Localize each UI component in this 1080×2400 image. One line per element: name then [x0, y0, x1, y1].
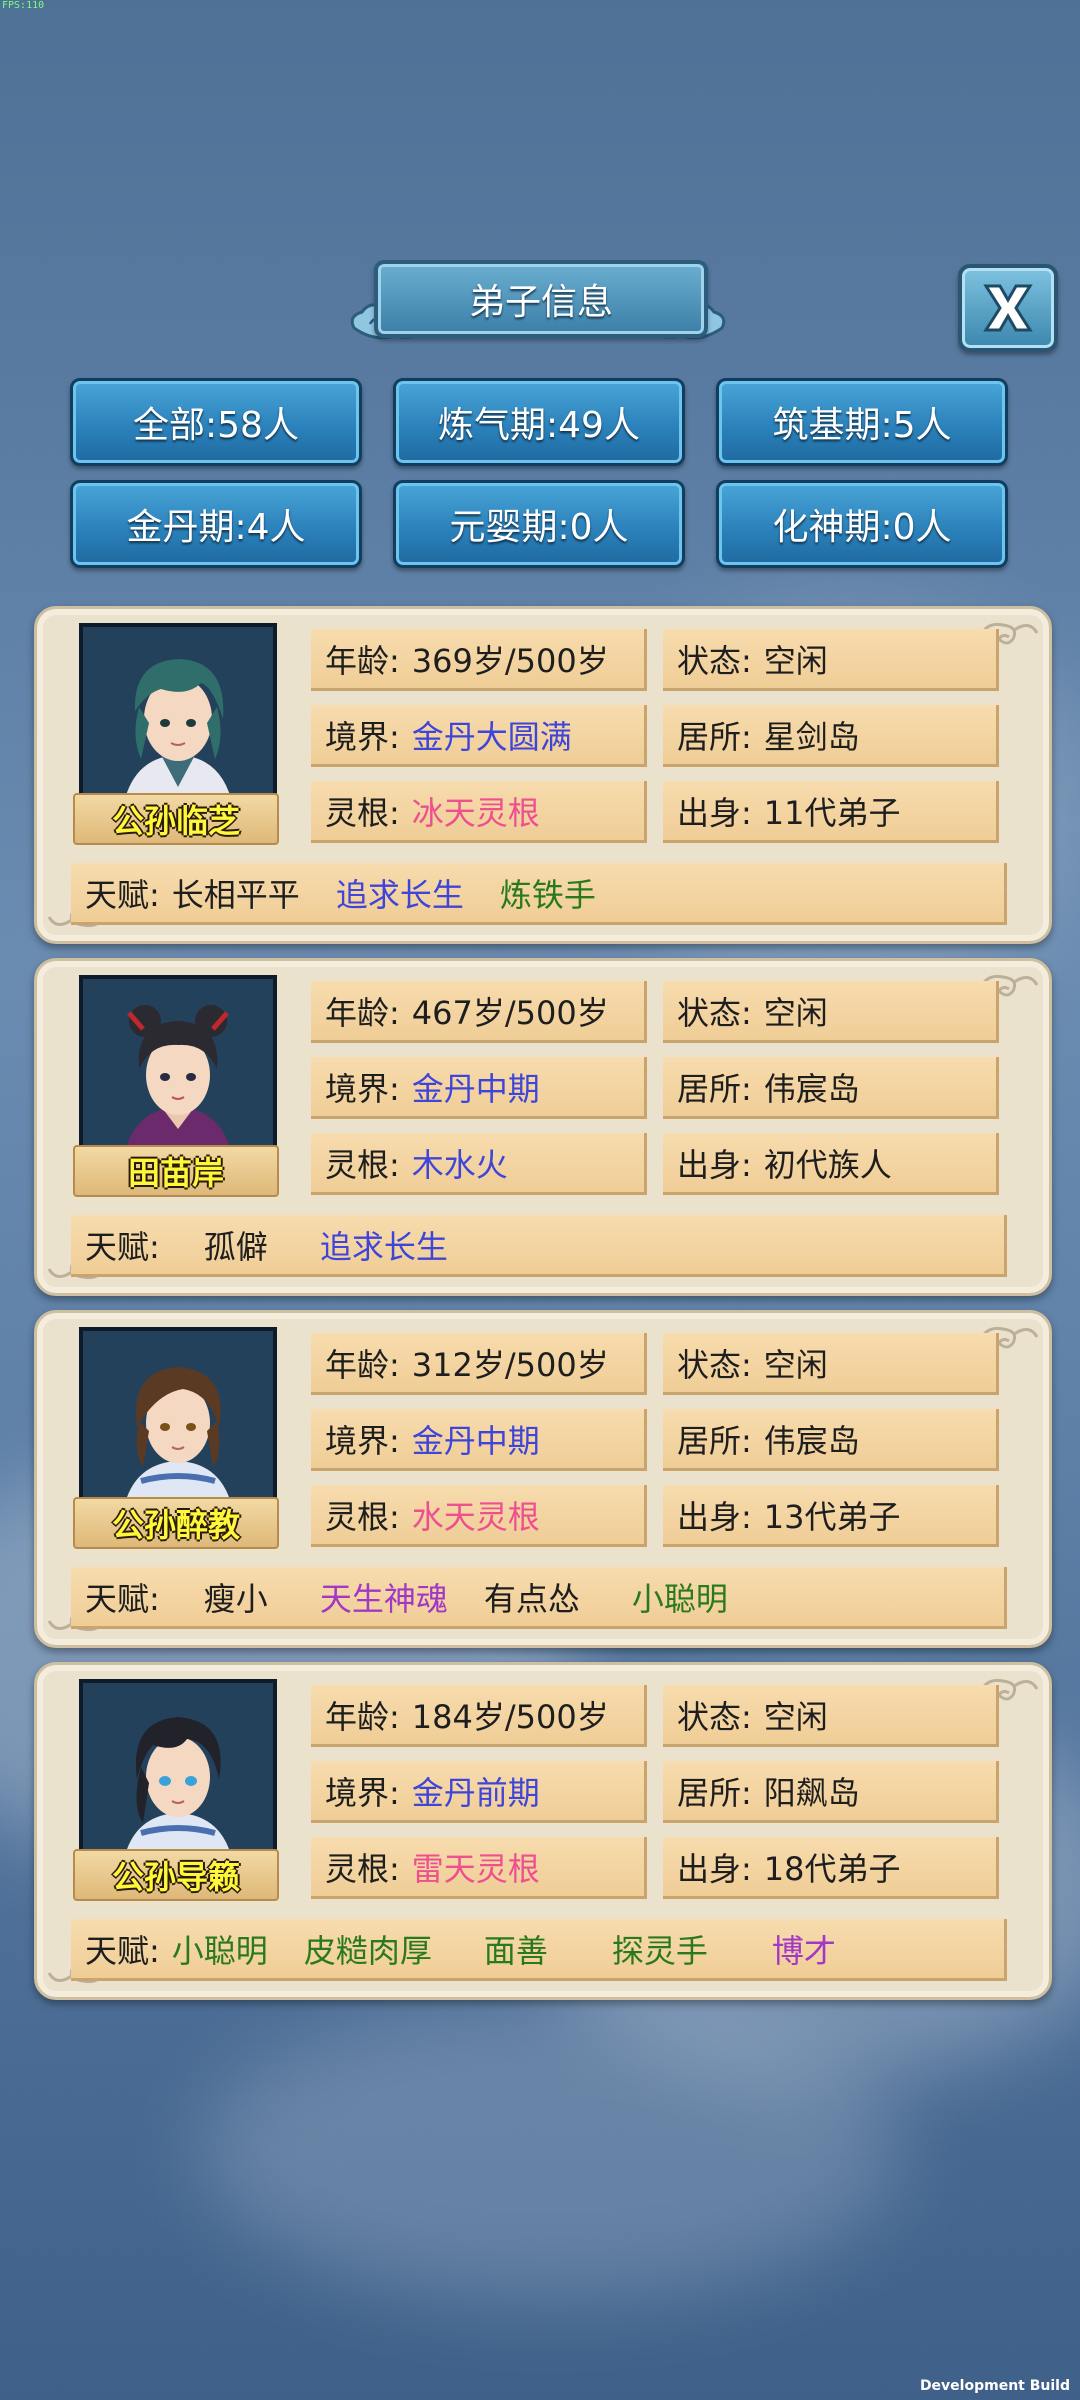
filter-foundation-button[interactable]: 筑基期:5人	[716, 378, 1008, 466]
status-field: 状态: 空闲	[663, 981, 999, 1043]
age-field: 年龄: 467岁/500岁	[311, 981, 647, 1043]
character-portrait-image	[83, 1683, 273, 1863]
age-field: 年龄: 312岁/500岁	[311, 1333, 647, 1395]
talents-field: 天赋: 瘦小 天生神魂 有点怂 小聪明	[71, 1567, 1007, 1629]
talents-field: 天赋: 孤僻 追求长生	[71, 1215, 1007, 1277]
portrait	[79, 1679, 277, 1867]
character-portrait-image	[83, 627, 273, 807]
talent-tag: 瘦小	[203, 1579, 268, 1618]
talents-field: 天赋: 长相平平 追求长生 炼铁手	[71, 863, 1007, 925]
title-banner: 弟子信息	[350, 256, 726, 348]
origin-field: 出身: 13代弟子	[663, 1485, 999, 1547]
age-field: 年龄: 184岁/500岁	[311, 1685, 647, 1747]
filter-qi-refining-button[interactable]: 炼气期:49人	[393, 378, 685, 466]
talent-tag: 炼铁手	[499, 875, 596, 914]
status-field: 状态: 空闲	[663, 629, 999, 691]
residence-field: 居所: 伟宸岛	[663, 1057, 999, 1119]
talent-tag: 面善	[483, 1931, 548, 1970]
close-icon	[983, 284, 1033, 332]
origin-field: 出身: 18代弟子	[663, 1837, 999, 1899]
status-field: 状态: 空闲	[663, 1333, 999, 1395]
talent-tag: 追求长生	[335, 875, 464, 914]
disciple-card[interactable]: 公孙醉教 年龄: 312岁/500岁 状态: 空闲 境界: 金丹中期 居所: 伟宸岛 灵…	[34, 1310, 1052, 1648]
character-portrait-image	[83, 1331, 273, 1511]
disciple-name: 公孙临芝	[73, 793, 279, 845]
realm-field: 境界: 金丹前期	[311, 1761, 647, 1823]
origin-field: 出身: 11代弟子	[663, 781, 999, 843]
talent-tag: 小聪明	[171, 1931, 268, 1970]
spirit-root-field: 灵根: 水天灵根	[311, 1485, 647, 1547]
disciple-name: 公孙导籁	[73, 1849, 279, 1901]
disciple-name: 田苗岸	[73, 1145, 279, 1197]
talent-tag: 探灵手	[611, 1931, 708, 1970]
status-field: 状态: 空闲	[663, 1685, 999, 1747]
origin-field: 出身: 初代族人	[663, 1133, 999, 1195]
residence-field: 居所: 阳飙岛	[663, 1761, 999, 1823]
residence-field: 居所: 星剑岛	[663, 705, 999, 767]
filter-nascent-soul-button[interactable]: 元婴期:0人	[393, 480, 685, 568]
disciple-card[interactable]: 田苗岸 年龄: 467岁/500岁 状态: 空闲 境界: 金丹中期 居所: 伟宸岛 灵根…	[34, 958, 1052, 1296]
disciple-name: 公孙醉教	[73, 1497, 279, 1549]
fps-counter: FPS:110	[2, 0, 45, 11]
talent-tag: 博才	[771, 1931, 836, 1970]
spirit-root-field: 灵根: 雷天灵根	[311, 1837, 647, 1899]
character-portrait-image	[83, 979, 273, 1159]
realm-field: 境界: 金丹大圆满	[311, 705, 647, 767]
age-field: 年龄: 369岁/500岁	[311, 629, 647, 691]
portrait	[79, 1327, 277, 1515]
talent-tag: 孤僻	[203, 1227, 268, 1266]
disciple-card[interactable]: 公孙临芝 年龄: 369岁/500岁 状态: 空闲 境界: 金丹大圆满 居所: 星剑岛 …	[34, 606, 1052, 944]
talent-tag: 皮糙肉厚	[303, 1931, 432, 1970]
portrait	[79, 975, 277, 1163]
talent-tag: 有点怂	[483, 1579, 580, 1618]
disciple-card[interactable]: 公孙导籁 年龄: 184岁/500岁 状态: 空闲 境界: 金丹前期 居所: 阳飙岛 灵…	[34, 1662, 1052, 2000]
page-title: 弟子信息	[374, 260, 708, 338]
filter-all-button[interactable]: 全部:58人	[70, 378, 362, 466]
spirit-root-field: 灵根: 冰天灵根	[311, 781, 647, 843]
portrait	[79, 623, 277, 811]
talent-tag: 小聪明	[631, 1579, 728, 1618]
talent-tag: 长相平平	[171, 875, 300, 914]
talents-field: 天赋: 小聪明 皮糙肉厚 面善 探灵手 博才	[71, 1919, 1007, 1981]
development-build-label: Development Build	[919, 2378, 1070, 2394]
realm-field: 境界: 金丹中期	[311, 1409, 647, 1471]
spirit-root-field: 灵根: 木水火	[311, 1133, 647, 1195]
close-button[interactable]	[958, 264, 1058, 352]
filter-golden-core-button[interactable]: 金丹期:4人	[70, 480, 362, 568]
talent-tag: 追求长生	[319, 1227, 448, 1266]
talent-tag: 天生神魂	[319, 1579, 448, 1618]
realm-field: 境界: 金丹中期	[311, 1057, 647, 1119]
filter-deity-button[interactable]: 化神期:0人	[716, 480, 1008, 568]
residence-field: 居所: 伟宸岛	[663, 1409, 999, 1471]
